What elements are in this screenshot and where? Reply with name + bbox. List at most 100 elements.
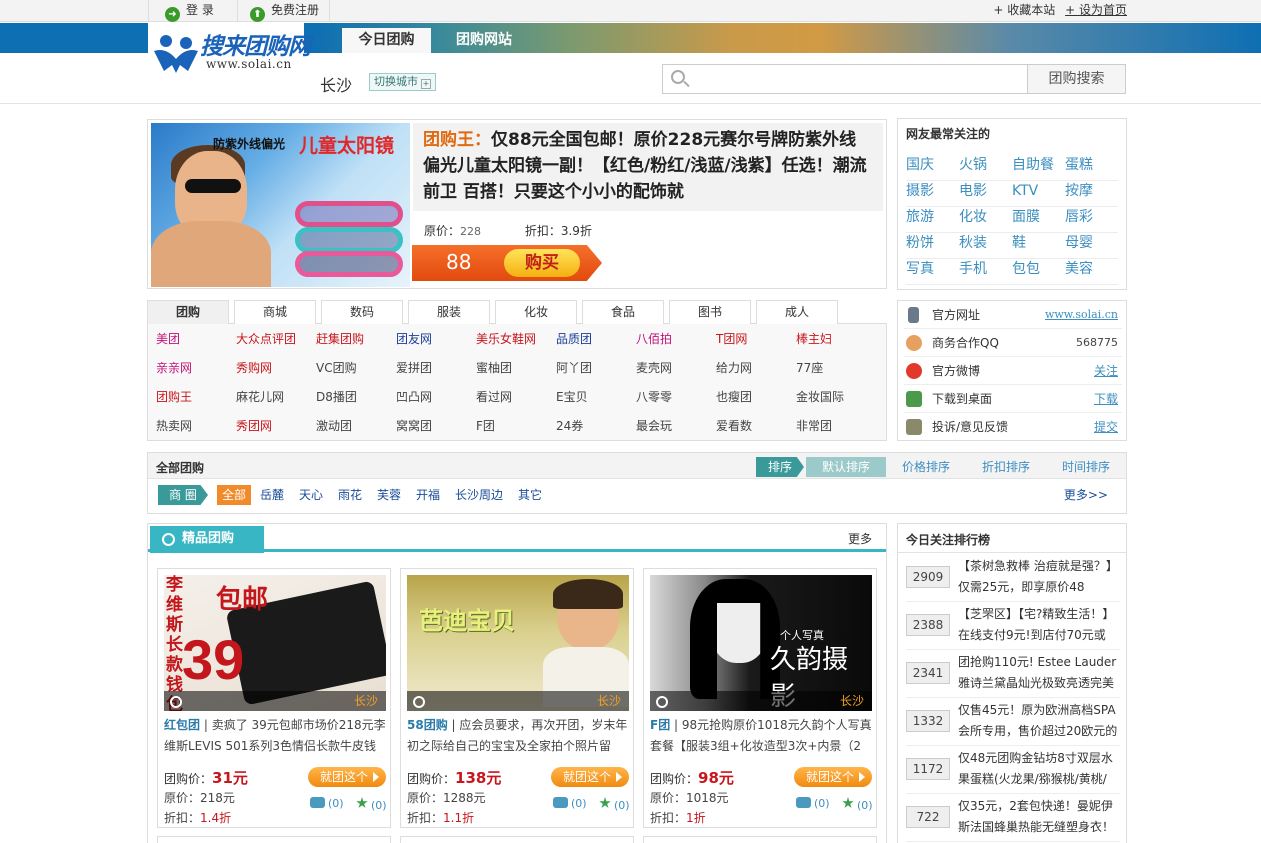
site-link[interactable]: 美乐女鞋网 xyxy=(476,330,536,347)
ranking-item[interactable]: 2388 【芝罘区】【宅?精致生活！】在线支付9元!到店付70元或50 xyxy=(906,602,1120,650)
tab-today-deals[interactable]: 今日团购 xyxy=(342,28,431,53)
comments-link[interactable]: (0) xyxy=(310,797,344,810)
keyword-link[interactable]: 按摩 xyxy=(1065,181,1118,207)
keyword-link[interactable]: 鞋 xyxy=(1012,233,1065,259)
homepage-link[interactable]: + 设为首页 xyxy=(1065,3,1127,17)
tab-food[interactable]: 食品 xyxy=(582,300,664,324)
register-link[interactable]: ⬆ 免费注册 xyxy=(238,0,330,22)
download-link[interactable]: 下载 xyxy=(1094,385,1118,413)
area-link[interactable]: 芙蓉 xyxy=(377,485,401,505)
favorites-link[interactable]: (0) xyxy=(842,797,873,812)
comments-link[interactable]: (0) xyxy=(553,797,587,810)
keyword-link[interactable]: 粉饼 xyxy=(906,233,959,259)
sort-price[interactable]: 价格排序 xyxy=(902,457,950,477)
keyword-link[interactable]: 美容 xyxy=(1065,259,1118,285)
search-button[interactable]: 团购搜索 xyxy=(1027,64,1126,94)
favorite-link[interactable]: + 收藏本站 xyxy=(993,3,1055,17)
site-link[interactable]: 麻花儿网 xyxy=(236,388,284,405)
favorites-link[interactable]: (0) xyxy=(356,797,387,812)
site-link[interactable]: 团购王 xyxy=(156,388,192,405)
ranking-item[interactable]: 2341 团抢购110元! Estee Lauder雅诗兰黛晶灿光极致亮透完美 xyxy=(906,650,1120,698)
area-all[interactable]: 全部 xyxy=(217,485,251,505)
deal-description[interactable]: 58团购 | 应会员要求，再次开团，岁末年初之际给自己的宝宝及全家拍个照片留 xyxy=(407,715,629,755)
submit-feedback-link[interactable]: 提交 xyxy=(1094,413,1118,441)
site-link[interactable]: 美团 xyxy=(156,330,180,347)
tab-clothing[interactable]: 服装 xyxy=(408,300,490,324)
site-link[interactable]: 非常团 xyxy=(796,417,832,434)
site-link[interactable]: 窝窝团 xyxy=(396,417,432,434)
keyword-link[interactable]: 自助餐 xyxy=(1012,155,1065,181)
deal-card-image[interactable]: 芭迪宝贝 长沙 xyxy=(407,575,629,711)
ranking-item[interactable]: 1332 仅售45元！原为欧洲高档SPA会所专用，售价超过20欧元的 xyxy=(906,698,1120,746)
join-deal-button[interactable]: 就团这个 xyxy=(551,767,629,787)
ranking-item[interactable]: 1172 仅48元团购金钻坊8寸双层水果蛋糕(火龙果/猕猴桃/黄桃/ xyxy=(906,746,1120,794)
featured-deal-title[interactable]: 团购王：仅88元全国包邮！原价228元赛尔号牌防紫外线偏光儿童太阳镜一副！【红色… xyxy=(413,123,883,211)
site-link[interactable]: T团网 xyxy=(716,330,747,347)
site-link[interactable]: 秀购网 xyxy=(236,359,272,376)
keyword-link[interactable]: 母婴 xyxy=(1065,233,1118,259)
more-areas-link[interactable]: 更多>> xyxy=(1064,485,1108,505)
keyword-link[interactable]: 旅游 xyxy=(906,207,959,233)
join-deal-button[interactable]: 就团这个 xyxy=(794,767,872,787)
ranking-item[interactable]: 2909 【茶树急救棒 治痘就是强？】仅需25元，即享原价48 xyxy=(906,554,1120,602)
sort-time[interactable]: 时间排序 xyxy=(1062,457,1110,477)
tab-cosmetics[interactable]: 化妆 xyxy=(495,300,577,324)
tab-books[interactable]: 图书 xyxy=(669,300,751,324)
keyword-link[interactable]: 面膜 xyxy=(1012,207,1065,233)
site-link[interactable]: 八零零 xyxy=(636,388,672,405)
sort-discount[interactable]: 折扣排序 xyxy=(982,457,1030,477)
site-link[interactable]: 赶集团购 xyxy=(316,330,364,347)
area-link[interactable]: 雨花 xyxy=(338,485,362,505)
deal-card-image[interactable]: 个人写真 久韵摄影 长沙 xyxy=(650,575,872,711)
site-link[interactable]: E宝贝 xyxy=(556,388,588,405)
site-link[interactable]: 阿丫团 xyxy=(556,359,592,376)
site-link[interactable]: 看过网 xyxy=(476,388,512,405)
site-link[interactable]: F团 xyxy=(476,417,495,434)
tab-group-buy[interactable]: 团购 xyxy=(147,300,229,324)
keyword-link[interactable]: 包包 xyxy=(1012,259,1065,285)
tab-adult[interactable]: 成人 xyxy=(756,300,838,324)
quality-more-link[interactable]: 更多 xyxy=(848,530,872,547)
keyword-link[interactable]: 化妆 xyxy=(959,207,1012,233)
deal-card-image[interactable]: 李维斯长款钱包 包邮 39 长沙 xyxy=(164,575,386,711)
deal-description[interactable]: F团 | 98元抢购原价1018元久韵个人写真套餐【服装3组+化妆造型3次+内景… xyxy=(650,715,872,755)
area-link[interactable]: 其它 xyxy=(518,485,542,505)
site-link[interactable]: 蜜柚团 xyxy=(476,359,512,376)
join-deal-button[interactable]: 就团这个 xyxy=(308,767,386,787)
keyword-link[interactable]: 秋装 xyxy=(959,233,1012,259)
favorites-link[interactable]: (0) xyxy=(599,797,630,812)
site-link[interactable]: 77座 xyxy=(796,359,823,376)
switch-city-button[interactable]: 切换城市 + xyxy=(369,73,436,91)
keyword-link[interactable]: 火锅 xyxy=(959,155,1012,181)
tab-deal-sites[interactable]: 团购网站 xyxy=(438,28,530,53)
site-link[interactable]: 激动团 xyxy=(316,417,352,434)
site-link[interactable]: 最会玩 xyxy=(636,417,672,434)
logo[interactable]: 搜来团购网 www.solai.cn xyxy=(148,23,311,103)
keyword-link[interactable]: 国庆 xyxy=(906,155,959,181)
deal-description[interactable]: 红包团 | 卖疯了 39元包邮市场价218元李维斯LEVIS 501系列3色情侣… xyxy=(164,715,386,755)
site-link[interactable]: 大众点评团 xyxy=(236,330,296,347)
site-link[interactable]: 爱看数 xyxy=(716,417,752,434)
comments-link[interactable]: (0) xyxy=(796,797,830,810)
tab-digital[interactable]: 数码 xyxy=(321,300,403,324)
site-link[interactable]: D8播团 xyxy=(316,388,357,405)
area-link[interactable]: 天心 xyxy=(299,485,323,505)
area-link[interactable]: 长沙周边 xyxy=(455,485,503,505)
follow-link[interactable]: 关注 xyxy=(1094,357,1118,385)
site-link[interactable]: 也瘦团 xyxy=(716,388,752,405)
featured-deal-image[interactable]: 防紫外线偏光 儿童太阳镜 xyxy=(151,123,410,287)
site-link[interactable]: 麦壳网 xyxy=(636,359,672,376)
site-link[interactable]: 秀团网 xyxy=(236,417,272,434)
keyword-link[interactable]: KTV xyxy=(1012,181,1065,207)
buy-button[interactable]: 购买 xyxy=(504,249,580,277)
login-link[interactable]: ➜ 登 录 xyxy=(148,0,238,22)
area-link[interactable]: 岳麓 xyxy=(260,485,284,505)
ranking-item[interactable]: 722 仅35元，2套包快递！曼妮伊斯法国蜂巢热能无缝塑身衣！ xyxy=(906,794,1120,842)
site-link[interactable]: 亲亲网 xyxy=(156,359,192,376)
keyword-link[interactable]: 写真 xyxy=(906,259,959,285)
tab-mall[interactable]: 商城 xyxy=(234,300,316,324)
site-link[interactable]: 给力网 xyxy=(716,359,752,376)
site-link[interactable]: VC团购 xyxy=(316,359,357,376)
keyword-link[interactable]: 蛋糕 xyxy=(1065,155,1118,181)
area-link[interactable]: 开福 xyxy=(416,485,440,505)
